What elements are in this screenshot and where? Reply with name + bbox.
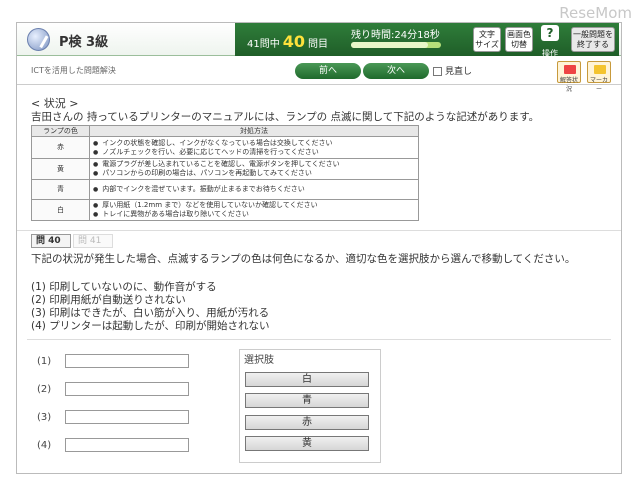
prev-button[interactable]: 前へ [295, 63, 361, 79]
question-total: 41問中 [247, 39, 280, 50]
answer-drop-slot-2[interactable] [65, 382, 189, 396]
time-progress-fill [351, 42, 428, 48]
context-body: 吉田さんの 持っているプリンターのマニュアルには、ランプの 点滅に関して下記のよ… [31, 111, 540, 123]
lamp-color-cell: 赤 [31, 136, 90, 159]
answer-label-3: (3) [37, 412, 52, 423]
table-row: 黄 電源プラグが差し込まれていることを確認し、電源ボタンを押してください パソコ… [31, 158, 419, 180]
header-bar: P検 3級 41問中 40 問目 残り時間:24分18秒 文字 サイズ 画面色 切替… [17, 23, 621, 58]
action-line: トレイに異物がある場合は取り除いてください [93, 210, 415, 219]
lamp-action-cell: 電源プラグが差し込まれていることを確認し、電源ボタンを押してください パソコンか… [89, 158, 419, 180]
lamp-action-cell: 内部でインクを混ぜています。振動が止まるまでお待ちください [89, 179, 419, 200]
answer-drop-slot-4[interactable] [65, 438, 189, 452]
marker-button[interactable]: マーカー [587, 61, 611, 93]
action-line: パソコンからの印刷の場合は、パソコンを再起動してみてください [93, 169, 415, 178]
action-line: 電源プラグが差し込まれていることを確認し、電源ボタンを押してください [93, 160, 415, 169]
navigation-bar: ICTを活用した問題解決 前へ 次へ 見直し 解答状況 マーカー [17, 57, 621, 93]
answer-status-button[interactable]: 解答状況 [557, 61, 581, 93]
choice-red[interactable]: 赤 [245, 415, 369, 430]
table-header-color: ランプの色 [31, 125, 90, 137]
time-progress-bar [351, 42, 441, 48]
action-line: 厚い用紙（1.2mm まで）などを使用していないか確認してください [93, 201, 415, 210]
help-button[interactable]: ? 操作 [537, 25, 563, 58]
action-line: ノズルチェックを行い、必要に応じてヘッドの清掃を行ってください [93, 148, 415, 157]
marker-icon [594, 65, 606, 74]
action-line: インクの状態を確認し、インクがなくなっている場合は交換してください [93, 139, 415, 148]
table-row: 赤 インクの状態を確認し、インクがなくなっている場合は交換してください ノズルチ… [31, 136, 419, 159]
next-button[interactable]: 次へ [363, 63, 429, 79]
marker-label: マーカー [589, 77, 608, 93]
divider [17, 230, 621, 231]
screen-color-button[interactable]: 画面色 切替 [505, 27, 533, 52]
checkbox-icon [433, 67, 442, 76]
tab-question-40[interactable]: 問 40 [31, 234, 71, 248]
lamp-action-cell: インクの状態を確認し、インクがなくなっている場合は交換してください ノズルチェッ… [89, 136, 419, 159]
text-size-button[interactable]: 文字 サイズ [473, 27, 501, 52]
app-logo-icon [27, 28, 50, 51]
table-header-action: 対処方法 [89, 125, 419, 137]
status-panel: 41問中 40 問目 残り時間:24分18秒 文字 サイズ 画面色 切替 ? 操作 … [235, 23, 619, 58]
answer-label-2: (2) [37, 384, 52, 395]
review-label: 見直し [445, 67, 473, 77]
answer-drop-slot-3[interactable] [65, 410, 189, 424]
table-header-row: ランプの色 対処方法 [31, 125, 419, 137]
table-row: 白 厚い用紙（1.2mm まで）などを使用していないか確認してください トレイに… [31, 199, 419, 221]
question-counter: 41問中 40 問目 [247, 32, 328, 51]
tab-question-41[interactable]: 問 41 [73, 234, 113, 248]
watermark: ReseMom [559, 4, 632, 22]
choice-blue[interactable]: 青 [245, 393, 369, 408]
lamp-color-cell: 青 [31, 179, 90, 200]
choices-panel: 選択肢 白 青 赤 黄 [239, 349, 381, 463]
divider [27, 339, 611, 340]
question-suffix: 問目 [308, 39, 328, 50]
answer-label-1: (1) [37, 356, 52, 367]
exam-title: P検 3級 [59, 35, 109, 50]
time-remaining: 残り時間:24分18秒 [351, 30, 440, 41]
question-text: 下記の状況が発生した場合、点滅するランプの色は何色になるか、適切な色を選択肢から… [31, 253, 576, 265]
review-checkbox[interactable]: 見直し [433, 64, 472, 77]
lamp-action-cell: 厚い用紙（1.2mm まで）などを使用していないか確認してください トレイに異物… [89, 199, 419, 221]
choices-title: 選択肢 [244, 355, 274, 366]
current-question-number: 40 [282, 32, 305, 51]
action-line: 内部でインクを混ぜています。振動が止まるまでお待ちください [93, 185, 415, 194]
answer-status-label: 解答状況 [559, 77, 578, 93]
lamp-table: ランプの色 対処方法 赤 インクの状態を確認し、インクがなくなっている場合は交換… [31, 125, 419, 221]
lamp-color-cell: 黄 [31, 158, 90, 180]
answer-status-icon [564, 65, 576, 74]
choice-yellow[interactable]: 黄 [245, 436, 369, 451]
help-icon: ? [541, 25, 559, 41]
answer-label-4: (4) [37, 440, 52, 451]
section-name: ICTを活用した問題解決 [31, 66, 116, 75]
question-item: (4) プリンターは起動したが、印刷が開始されない [31, 320, 270, 332]
lamp-color-cell: 白 [31, 199, 90, 221]
end-general-questions-button[interactable]: 一般問題を 終了する [571, 27, 615, 52]
exam-window: P検 3級 41問中 40 問目 残り時間:24分18秒 文字 サイズ 画面色 切替… [16, 22, 622, 474]
choice-white[interactable]: 白 [245, 372, 369, 387]
table-row: 青 内部でインクを混ぜています。振動が止まるまでお待ちください [31, 179, 419, 200]
answer-drop-slot-1[interactable] [65, 354, 189, 368]
